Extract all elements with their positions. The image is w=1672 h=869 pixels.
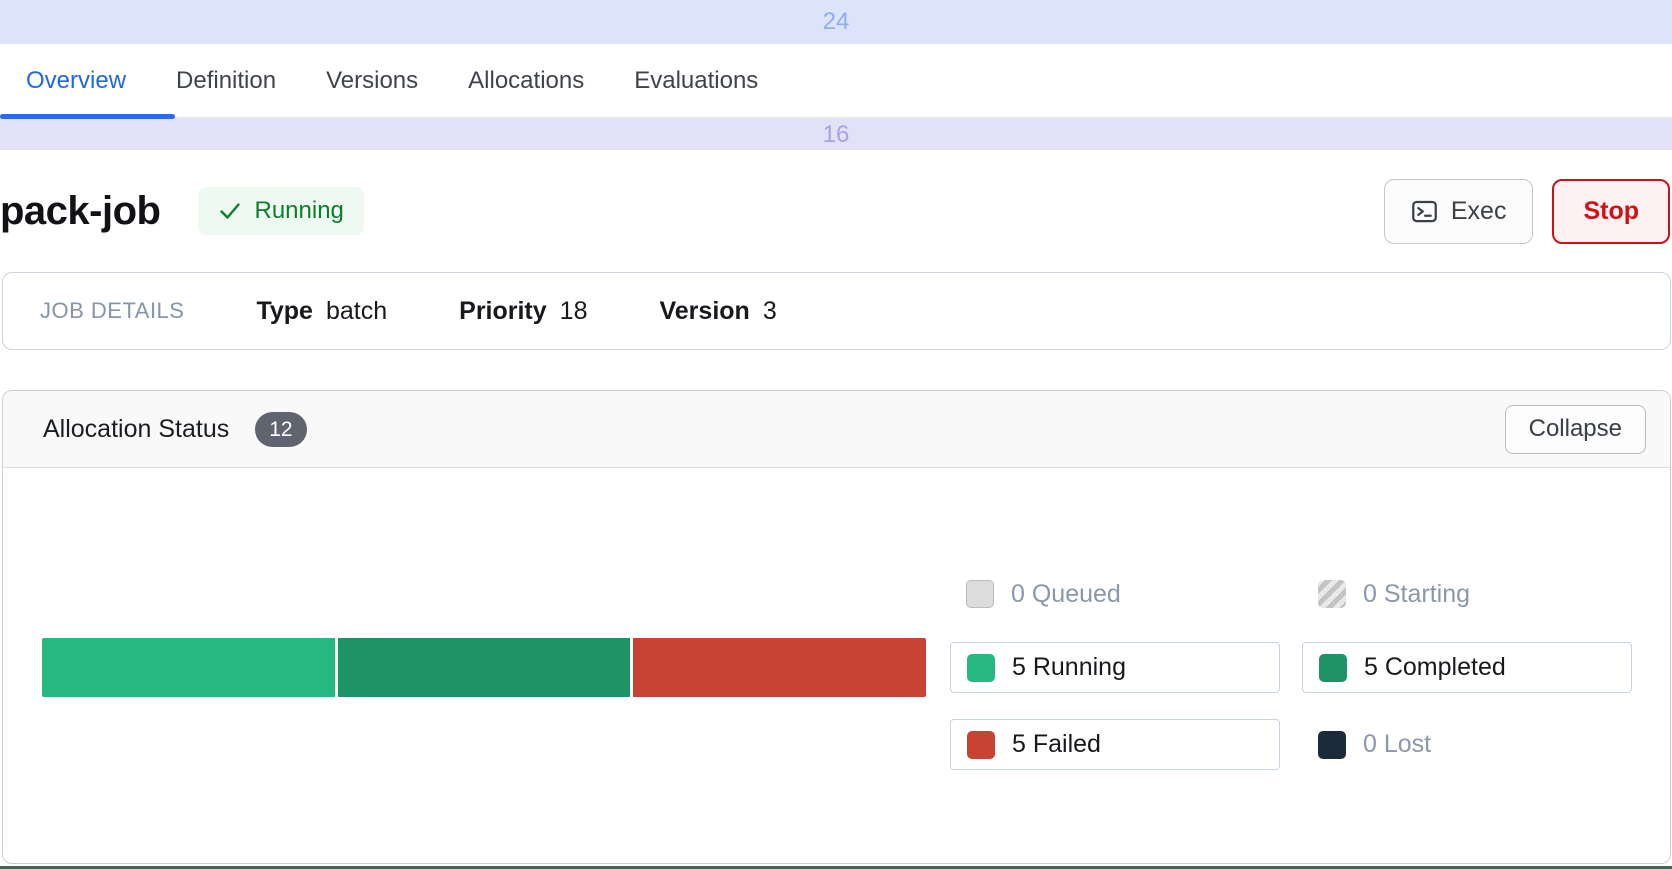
legend-label-failed: 5 Failed <box>1012 730 1101 759</box>
job-detail-priority-value: 18 <box>560 297 588 326</box>
legend-item-lost: 0 Lost <box>1302 719 1632 770</box>
legend-label-completed: 5 Completed <box>1364 653 1506 682</box>
allocation-status-title: Allocation Status <box>43 415 229 444</box>
job-detail-type-value: batch <box>326 297 387 326</box>
job-detail-priority-label: Priority <box>459 297 547 326</box>
tab-evaluations[interactable]: Evaluations <box>634 67 758 95</box>
exec-button[interactable]: Exec <box>1384 179 1534 244</box>
spacing-annotation-top: 24 <box>0 0 1672 44</box>
terminal-icon <box>1411 198 1438 225</box>
allocation-status-body: 0 Queued 0 Starting 5 Running 5 Completed 5 … <box>3 468 1670 864</box>
collapse-button-label: Collapse <box>1529 415 1622 443</box>
active-tab-underline <box>0 114 175 119</box>
legend-item-starting: 0 Starting <box>1302 572 1632 616</box>
job-detail-version-value: 3 <box>763 297 777 326</box>
job-status-badge: Running <box>198 187 363 235</box>
legend-label-starting: 0 Starting <box>1363 580 1470 609</box>
job-details-panel: JOB DETAILS Type batch Priority 18 Versi… <box>2 272 1671 350</box>
allocation-status-header: Allocation Status 12 Collapse <box>3 391 1670 468</box>
legend-swatch-running <box>967 654 995 682</box>
tab-versions[interactable]: Versions <box>326 67 418 95</box>
allocation-stacked-bar <box>42 638 926 697</box>
allocation-count-badge: 12 <box>255 412 306 447</box>
legend-swatch-lost <box>1318 731 1346 759</box>
legend-label-running: 5 Running <box>1012 653 1126 682</box>
job-detail-type-label: Type <box>256 297 313 326</box>
legend-item-completed[interactable]: 5 Completed <box>1302 642 1632 693</box>
job-detail-priority: Priority 18 <box>459 297 587 326</box>
tab-definition[interactable]: Definition <box>176 67 276 95</box>
bar-segment-failed[interactable] <box>633 638 926 697</box>
bar-segment-running[interactable] <box>42 638 335 697</box>
job-tab-bar: Overview Definition Versions Allocations Eva… <box>0 44 1672 119</box>
job-details-section-label: JOB DETAILS <box>40 298 184 324</box>
tab-overview[interactable]: Overview <box>26 67 126 95</box>
legend-label-queued: 0 Queued <box>1011 580 1121 609</box>
job-detail-version: Version 3 <box>659 297 776 326</box>
page-title: pack-job <box>0 189 160 234</box>
legend-item-running[interactable]: 5 Running <box>950 642 1280 693</box>
legend-swatch-failed <box>967 731 995 759</box>
bar-segment-completed[interactable] <box>338 638 631 697</box>
stop-button-label: Stop <box>1583 197 1639 226</box>
tab-allocations[interactable]: Allocations <box>468 67 584 95</box>
job-status-label: Running <box>254 197 343 225</box>
spacing-annotation-top-label: 24 <box>823 8 850 36</box>
job-detail-type: Type batch <box>256 297 387 326</box>
allocation-legend: 0 Queued 0 Starting 5 Running 5 Completed 5 … <box>950 572 1632 770</box>
legend-swatch-queued <box>966 580 994 608</box>
check-icon <box>218 199 242 223</box>
spacing-annotation-middle: 16 <box>0 119 1672 150</box>
exec-button-label: Exec <box>1451 197 1507 226</box>
spacing-annotation-middle-label: 16 <box>823 121 850 149</box>
legend-swatch-completed <box>1319 654 1347 682</box>
stop-button[interactable]: Stop <box>1552 179 1670 244</box>
legend-item-queued: 0 Queued <box>950 572 1280 616</box>
collapse-button[interactable]: Collapse <box>1505 405 1646 454</box>
job-header: pack-job Running Exec Stop <box>0 150 1672 272</box>
legend-item-failed[interactable]: 5 Failed <box>950 719 1280 770</box>
allocation-status-panel: Allocation Status 12 Collapse 0 Queued0 … <box>2 390 1671 864</box>
legend-label-lost: 0 Lost <box>1363 730 1431 759</box>
legend-swatch-starting <box>1318 580 1346 608</box>
job-detail-version-label: Version <box>659 297 749 326</box>
